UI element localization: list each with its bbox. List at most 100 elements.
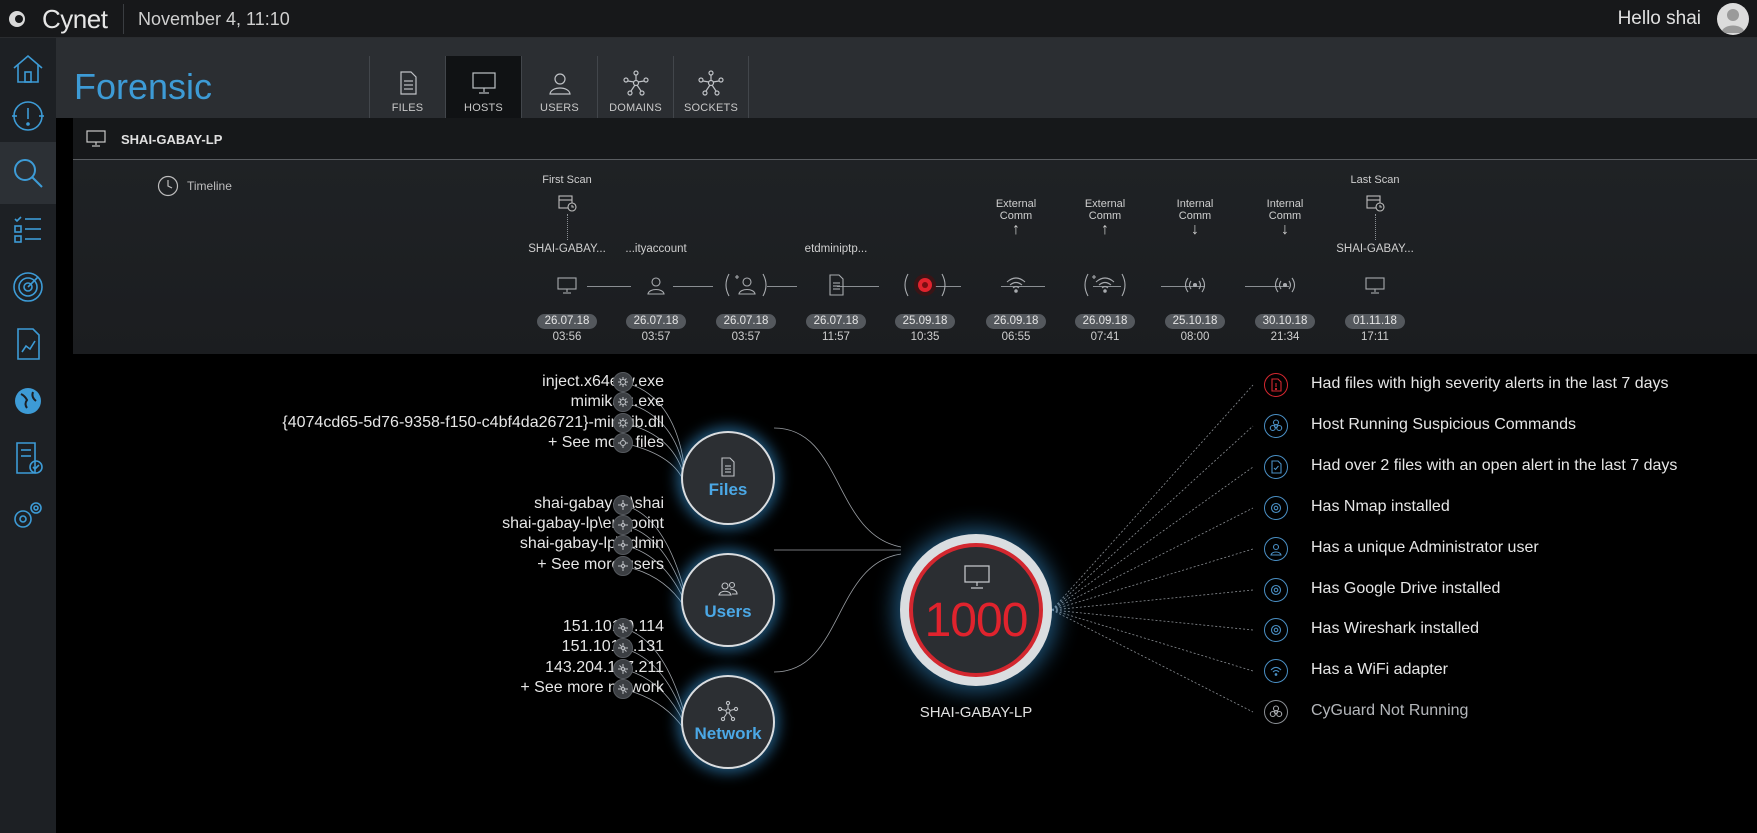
- alert-file-icon: [1271, 460, 1282, 474]
- monitor-icon: [557, 277, 577, 294]
- home-icon: [13, 54, 43, 83]
- network-hub[interactable]: Network: [681, 675, 775, 769]
- tab-label: SOCKETS: [684, 102, 738, 114]
- monitor-icon: [86, 130, 106, 147]
- user-node[interactable]: [613, 515, 633, 535]
- event-subject: ...ityaccount: [625, 243, 687, 255]
- network-item[interactable]: 143.204.177.211: [545, 659, 664, 677]
- insight-item[interactable]: Has Wireshark installed: [1311, 620, 1479, 638]
- insight-item[interactable]: Has a WiFi adapter: [1311, 661, 1448, 679]
- network-icon: [618, 561, 628, 571]
- tab-files[interactable]: FILES: [369, 56, 445, 118]
- see-more-users-link[interactable]: + See more users: [537, 556, 664, 574]
- monitor-icon: [471, 72, 496, 94]
- scan-marker-line: [1375, 214, 1376, 240]
- gear-icon: [1270, 584, 1282, 596]
- virus-icon: [618, 438, 628, 448]
- timeline-connector: [587, 286, 631, 287]
- network-node[interactable]: [613, 618, 633, 638]
- insight-item[interactable]: Had files with high severity alerts in t…: [1311, 375, 1669, 393]
- timeline-connector: [767, 286, 797, 287]
- monitor-icon: [964, 565, 990, 589]
- file-icon: [829, 274, 844, 296]
- see-more-files-link[interactable]: + See more files: [548, 434, 664, 452]
- host-panel: SHAI-GABAY-LP Timeline First Scan SHAI-G…: [73, 118, 1757, 354]
- event-date: 26.07.18: [806, 314, 866, 329]
- insight-item[interactable]: Has a unique Administrator user: [1311, 539, 1539, 557]
- event-date: 26.09.18: [1075, 314, 1135, 329]
- host-name-label: SHAI-GABAY-LP: [919, 704, 1033, 721]
- user-item[interactable]: shai-gabay-lp\endpoint: [502, 515, 664, 533]
- sidebar-item-globe[interactable]: [0, 370, 56, 432]
- sidebar-item-alerts[interactable]: [0, 85, 56, 147]
- hub-label: Files: [708, 480, 748, 499]
- clock-icon: [157, 175, 179, 197]
- user-item[interactable]: shai-gabay-lp\admin: [520, 535, 664, 553]
- sidebar-item-list[interactable]: [0, 199, 56, 261]
- user-node[interactable]: [613, 495, 633, 515]
- virus-icon: [904, 273, 946, 297]
- network-icon: [622, 70, 649, 96]
- tab-label: DOMAINS: [609, 102, 662, 114]
- event-label: First Scan: [542, 174, 592, 186]
- user-greeting[interactable]: Hello shai: [1618, 8, 1701, 30]
- users-hub[interactable]: Users: [681, 553, 775, 647]
- virus-icon: [618, 418, 628, 428]
- file-item[interactable]: {4074cd65-5d76-9358-f150-c4bf4da26721}-m…: [282, 414, 664, 432]
- insight-item[interactable]: Had over 2 files with an open alert in t…: [1311, 457, 1677, 475]
- insight-item[interactable]: Has Nmap installed: [1311, 498, 1450, 516]
- file-node[interactable]: [613, 413, 633, 433]
- host-risk-node[interactable]: 1000: [900, 534, 1052, 686]
- admin-user-icon: [1270, 543, 1282, 556]
- see-more-node[interactable]: [613, 556, 633, 576]
- network-icon: [618, 643, 628, 653]
- virus-icon: [618, 377, 628, 387]
- tab-sockets[interactable]: SOCKETS: [673, 56, 749, 118]
- page-header: Forensic FILES HOSTS USERS DOMAINS SOCKE…: [56, 38, 1757, 118]
- file-item[interactable]: inject.x64etw.exe: [542, 373, 664, 391]
- user-node[interactable]: [613, 535, 633, 555]
- see-more-node[interactable]: [613, 433, 633, 453]
- see-more-network-link[interactable]: + See more network: [520, 679, 664, 697]
- tab-users[interactable]: USERS: [521, 56, 597, 118]
- see-more-node[interactable]: [613, 679, 633, 699]
- alert-icon: [12, 101, 44, 131]
- tab-hosts[interactable]: HOSTS: [445, 56, 521, 118]
- host-relationship-graph: inject.x64etw.exe mimikatz.exe {4074cd65…: [73, 354, 1757, 833]
- wifi-icon: [1270, 666, 1282, 676]
- insight-item[interactable]: CyGuard Not Running: [1311, 702, 1468, 720]
- sidebar-item-forensic[interactable]: [0, 142, 56, 204]
- list-icon: [14, 216, 41, 243]
- sidebar-item-checklist[interactable]: [0, 427, 56, 489]
- files-hub[interactable]: Files: [681, 431, 775, 525]
- virus-icon: [618, 397, 628, 407]
- tab-domains[interactable]: DOMAINS: [597, 56, 673, 118]
- timeline-header: Timeline: [157, 175, 232, 197]
- insight-icon-wrap: [1264, 455, 1288, 479]
- network-node[interactable]: [613, 659, 633, 679]
- globe-icon: [15, 388, 41, 414]
- avatar[interactable]: [1717, 3, 1749, 35]
- sidebar-item-radar[interactable]: [0, 256, 56, 318]
- insight-item[interactable]: Host Running Suspicious Commands: [1311, 416, 1576, 434]
- insight-item[interactable]: Has Google Drive installed: [1311, 580, 1500, 598]
- network-icon: [618, 540, 628, 550]
- risk-score: 1000: [924, 594, 1029, 647]
- network-node[interactable]: [613, 638, 633, 658]
- file-node[interactable]: [613, 372, 633, 392]
- biohazard-icon: [1269, 705, 1283, 718]
- insight-icon-wrap: [1264, 578, 1288, 602]
- event-date: 26.07.18: [626, 314, 686, 329]
- sidebar-item-settings[interactable]: [0, 484, 56, 546]
- gear-icon: [1270, 624, 1282, 636]
- radar-icon: [13, 272, 43, 302]
- settings-icon: [14, 502, 42, 528]
- gear-icon: [1270, 502, 1282, 514]
- user-item[interactable]: shai-gabay-lp\shai: [534, 495, 664, 513]
- file-node[interactable]: [613, 392, 633, 412]
- sidebar-item-reports[interactable]: [0, 313, 56, 375]
- wifi-icon: [1006, 277, 1026, 293]
- user-icon: [647, 277, 665, 295]
- risk-ring: 1000: [909, 543, 1043, 677]
- new-wifi-icon: [1084, 273, 1126, 297]
